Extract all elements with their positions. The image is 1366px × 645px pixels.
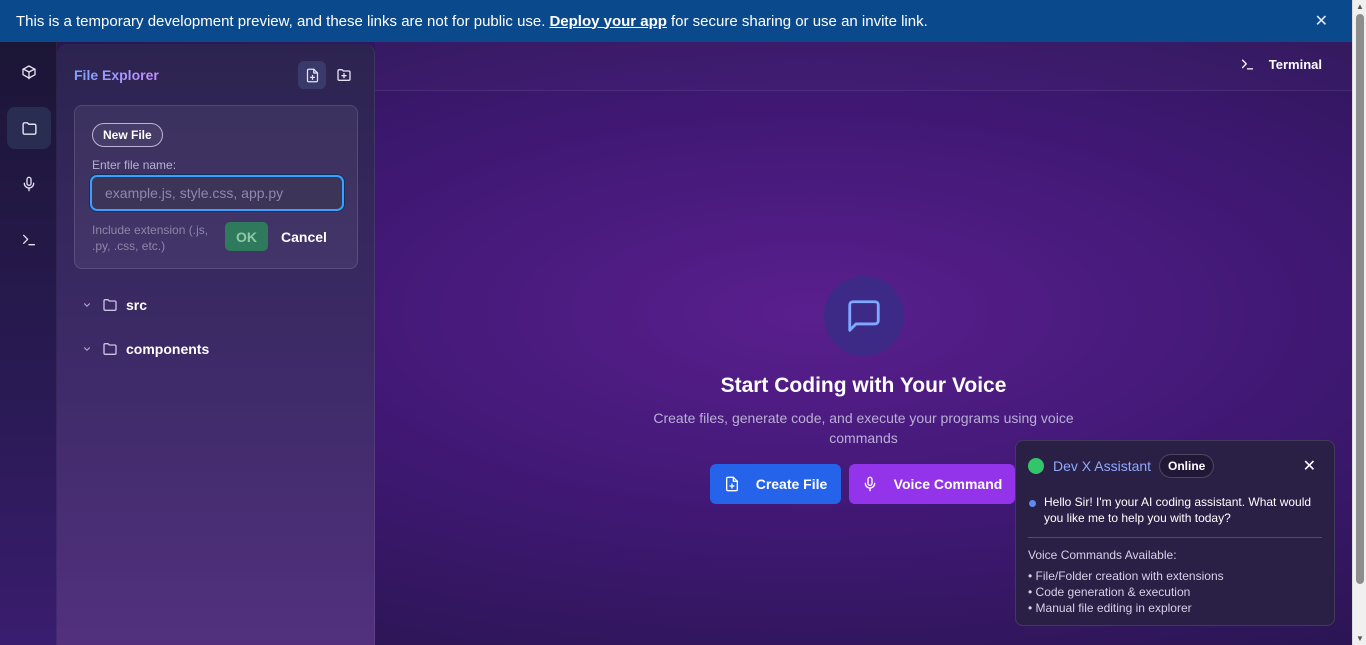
rail-terminal-button[interactable] — [7, 219, 51, 261]
microphone-icon — [23, 176, 35, 192]
list-item: • Code generation & execution — [1028, 585, 1191, 599]
folder-icon — [102, 341, 118, 357]
package-icon — [22, 65, 36, 80]
assistant-name: Dev X Assistant — [1053, 458, 1152, 474]
status-badge: Online — [1159, 454, 1215, 478]
file-explorer-title: File Explorer — [74, 67, 159, 83]
new-folder-button[interactable] — [330, 61, 358, 89]
rail-package-button[interactable] — [7, 51, 51, 93]
new-file-form: New File Enter file name: Include extens… — [74, 105, 358, 269]
list-item: • Manual file editing in explorer — [1028, 601, 1192, 615]
ok-button[interactable]: OK — [225, 222, 268, 251]
chevron-down-icon[interactable] — [82, 300, 94, 310]
file-name-label: Enter file name: — [92, 158, 177, 172]
scroll-down-icon[interactable]: ▼ — [1356, 634, 1364, 643]
file-name-input[interactable] — [90, 175, 344, 211]
editor-topbar: Terminal — [375, 42, 1352, 91]
terminal-button[interactable]: Terminal — [1240, 57, 1322, 72]
banner-text-before: This is a temporary development preview,… — [16, 12, 546, 30]
chevron-down-icon[interactable] — [82, 344, 94, 354]
tree-folder-components[interactable]: components — [82, 338, 209, 360]
hero-title: Start Coding with Your Voice — [720, 374, 1007, 397]
folder-icon — [21, 121, 37, 135]
activity-rail — [0, 42, 57, 645]
scroll-up-icon[interactable]: ▲ — [1356, 2, 1364, 11]
file-explorer-panel: File Explorer New File Enter file name: … — [57, 44, 375, 645]
page-scrollbar[interactable]: ▲ ▼ — [1352, 0, 1366, 645]
cancel-button[interactable]: Cancel — [281, 222, 327, 251]
voice-commands-list: • File/Folder creation with extensions •… — [1028, 568, 1224, 616]
rail-voice-button[interactable] — [7, 163, 51, 205]
terminal-icon — [1240, 57, 1255, 72]
microphone-icon — [862, 476, 878, 492]
terminal-icon — [23, 234, 35, 246]
banner-text-after: for secure sharing or use an invite link… — [670, 12, 928, 30]
divider — [1028, 537, 1322, 538]
assistant-message: Hello Sir! I'm your AI coding assistant.… — [1044, 495, 1312, 525]
assistant-card: Dev X Assistant Online ✕ Hello Sir! I'm … — [1015, 440, 1335, 626]
voice-command-label: Voice Command — [893, 476, 1003, 492]
rail-explorer-button[interactable] — [7, 107, 51, 149]
new-file-chip: New File — [92, 123, 163, 147]
deploy-app-link[interactable]: Deploy your app — [549, 13, 667, 30]
banner-close-icon[interactable]: ✕ — [1315, 11, 1328, 31]
voice-command-button[interactable]: Voice Command — [849, 464, 1015, 504]
preview-banner: This is a temporary development preview,… — [0, 0, 1352, 42]
tree-folder-label: components — [126, 341, 210, 357]
online-status-dot — [1028, 458, 1044, 474]
message-bullet — [1029, 500, 1036, 507]
chat-bubble-icon — [824, 276, 904, 356]
file-plus-icon — [306, 68, 318, 82]
voice-commands-title: Voice Commands Available: — [1028, 548, 1177, 562]
extension-hint: Include extension (.js, .py, .css, etc.) — [92, 223, 209, 253]
folder-icon — [102, 297, 118, 313]
list-item: • File/Folder creation with extensions — [1028, 569, 1224, 583]
create-file-button[interactable]: Create File — [710, 464, 841, 504]
terminal-label: Terminal — [1268, 57, 1322, 72]
scrollbar-thumb[interactable] — [1356, 14, 1364, 584]
assistant-close-icon[interactable]: ✕ — [1303, 456, 1316, 476]
file-plus-icon — [724, 476, 740, 492]
new-file-button[interactable] — [298, 61, 326, 89]
tree-folder-label: src — [126, 297, 148, 313]
folder-plus-icon — [337, 69, 351, 81]
create-file-label: Create File — [755, 476, 828, 492]
tree-folder-src[interactable]: src — [82, 294, 147, 316]
